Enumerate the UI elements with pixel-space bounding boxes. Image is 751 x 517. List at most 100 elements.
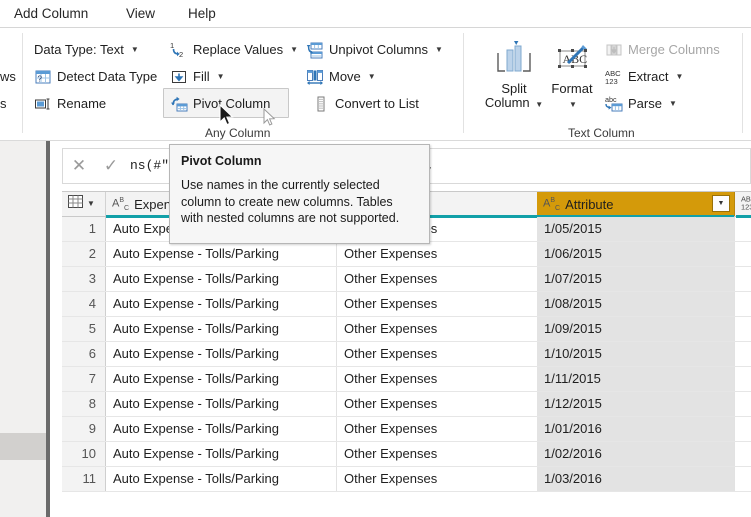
table-cell-null[interactable] [735, 442, 751, 466]
table-cell-attribute[interactable]: 1/02/2016 [537, 442, 735, 466]
svg-text:abc: abc [605, 95, 617, 104]
table-row[interactable]: 4 Auto Expense - Tolls/Parking Other Expen… [62, 292, 751, 317]
table-cell-attribute[interactable]: 1/07/2015 [537, 267, 735, 291]
table-cell-expense[interactable]: Auto Expense - Tolls/Parking [106, 417, 337, 441]
abc123-icon: ABC 123 [605, 68, 623, 86]
table-row[interactable]: 3 Auto Expense - Tolls/Parking Other Expen… [62, 267, 751, 292]
replace-values-label: Replace Values [193, 42, 284, 57]
table-cell-null[interactable] [735, 317, 751, 341]
table-cell-expense[interactable]: Auto Expense - Tolls/Parking [106, 267, 337, 291]
ribbon-group-divider [22, 33, 23, 133]
format-button[interactable]: ABC Format ▼ [548, 36, 596, 110]
split-column-button[interactable]: Split Column ▼ [484, 36, 544, 110]
table-cell-attribute[interactable]: 1/10/2015 [537, 342, 735, 366]
grid-rows: 1Auto Expense - Tolls/ParkingOther Expen… [62, 217, 751, 492]
row-number-cell[interactable]: 10 [62, 442, 106, 466]
row-number-cell[interactable]: 3 [62, 267, 106, 291]
merge-columns-button[interactable]: Merge Columns [601, 38, 724, 61]
parse-icon: abc [605, 95, 623, 113]
chevron-down-icon: ▼ [569, 100, 577, 109]
cancel-x-icon[interactable]: ✕ [63, 149, 95, 183]
tooltip-title: Pivot Column [181, 154, 262, 168]
row-number-cell[interactable]: 5 [62, 317, 106, 341]
table-row[interactable]: 6 Auto Expense - Tolls/Parking Other Expen… [62, 342, 751, 367]
table-cell-expense[interactable]: Auto Expense - Tolls/Parking [106, 342, 337, 366]
pivot-column-icon [170, 95, 188, 113]
svg-text:2: 2 [179, 50, 183, 59]
move-button[interactable]: Move ▼ [302, 65, 380, 88]
fill-down-icon [170, 68, 188, 86]
fill-button[interactable]: Fill ▼ [166, 65, 229, 88]
table-cell-null[interactable] [735, 467, 751, 491]
table-row[interactable]: 9 Auto Expense - Tolls/Parking Other Expen… [62, 417, 751, 442]
detect-data-type-button[interactable]: ? Detect Data Type [30, 65, 161, 88]
table-cell-attribute[interactable]: 1/09/2015 [537, 317, 735, 341]
table-cell-attribute[interactable]: 1/01/2016 [537, 417, 735, 441]
table-row[interactable]: 8 Auto Expense - Tolls/Parking Other Expen… [62, 392, 751, 417]
table-cell-attribute[interactable]: 1/08/2015 [537, 292, 735, 316]
grid-corner-button[interactable]: ▼ [62, 192, 106, 216]
table-cell-attribute[interactable]: 1/11/2015 [537, 367, 735, 391]
queries-pane-selected-item[interactable] [0, 433, 47, 460]
parse-button[interactable]: abc Parse ▼ [601, 92, 681, 115]
data-type-button[interactable]: Data Type: Text ▼ [30, 38, 143, 61]
tab-add-column[interactable]: Add Column [6, 3, 96, 25]
table-row[interactable]: 11 Auto Expense - Tolls/Parking Other Expe… [62, 467, 751, 492]
table-cell-attribute[interactable]: 1/12/2015 [537, 392, 735, 416]
table-cell-null[interactable] [735, 342, 751, 366]
tab-help[interactable]: Help [180, 3, 224, 25]
table-cell-expense[interactable]: Auto Expense - Tolls/Parking [106, 292, 337, 316]
table-cell-expense[interactable]: Auto Expense - Tolls/Parking [106, 317, 337, 341]
row-number-cell[interactable]: 4 [62, 292, 106, 316]
row-number-cell[interactable]: 1 [62, 217, 106, 241]
row-number-cell[interactable]: 11 [62, 467, 106, 491]
table-cell-null[interactable] [735, 267, 751, 291]
column-header-attribute[interactable]: ABC Attribute ▼ [537, 192, 735, 216]
table-cell-attribute[interactable]: 1/06/2015 [537, 242, 735, 266]
accept-check-icon[interactable]: ✓ [95, 149, 127, 183]
table-row[interactable]: 10 Auto Expense - Tolls/Parking Other Expe… [62, 442, 751, 467]
chevron-down-icon: ▼ [130, 44, 139, 54]
extract-button[interactable]: ABC 123 Extract ▼ [601, 65, 687, 88]
extract-label: Extract [628, 69, 669, 84]
table-row[interactable]: 5 Auto Expense - Tolls/Parking Other Expen… [62, 317, 751, 342]
table-row[interactable]: 2 Auto Expense - Tolls/Parking Other Expen… [62, 242, 751, 267]
chevron-down-icon: ▼ [435, 44, 443, 54]
table-cell-null[interactable] [735, 292, 751, 316]
abc-text-type-icon: ABC [543, 196, 561, 212]
tab-view[interactable]: View [118, 3, 163, 25]
row-number-cell[interactable]: 6 [62, 342, 106, 366]
table-cell-null[interactable] [735, 242, 751, 266]
unpivot-columns-button[interactable]: Unpivot Columns ▼ [302, 38, 447, 61]
table-cell-null[interactable] [735, 217, 751, 241]
table-cell-expense[interactable]: Auto Expense - Tolls/Parking [106, 467, 337, 491]
table-cell-expense[interactable]: Auto Expense - Tolls/Parking [106, 367, 337, 391]
table-cell-attribute[interactable]: 1/03/2016 [537, 467, 735, 491]
svg-text:123: 123 [741, 203, 751, 212]
table-cell-null[interactable] [735, 392, 751, 416]
table-row[interactable]: 7 Auto Expense - Tolls/Parking Other Expen… [62, 367, 751, 392]
row-number-cell[interactable]: 7 [62, 367, 106, 391]
replace-values-button[interactable]: 1 2 Replace Values ▼ [166, 38, 302, 61]
table-cell-null[interactable] [735, 417, 751, 441]
queries-pane[interactable] [0, 141, 50, 517]
pivot-column-tooltip: Pivot Column Use names in the currently … [169, 144, 430, 244]
format-abc-icon: ABC [548, 36, 596, 82]
row-number-cell[interactable]: 9 [62, 417, 106, 441]
table-cell-expense[interactable]: Auto Expense - Tolls/Parking [106, 392, 337, 416]
row-number-cell[interactable]: 2 [62, 242, 106, 266]
rename-button[interactable]: Rename [30, 92, 110, 115]
convert-to-list-button[interactable]: Convert to List [308, 92, 423, 115]
table-cell-expense[interactable]: Auto Expense - Tolls/Parking [106, 442, 337, 466]
split-column-label-1: Split [501, 81, 527, 96]
abc-text-type-icon: ABC [112, 196, 130, 212]
row-number-cell[interactable]: 8 [62, 392, 106, 416]
filter-button-attribute[interactable]: ▼ [712, 195, 730, 212]
table-cell-null[interactable] [735, 367, 751, 391]
ribbon: ws s Data Type: Text ▼ ? Detect Data Typ… [0, 27, 751, 142]
abc123-any-type-icon: ABC 123 [741, 194, 751, 214]
column-header-next[interactable]: ABC 123 [735, 192, 751, 216]
table-cell-expense[interactable]: Auto Expense - Tolls/Parking [106, 242, 337, 266]
svg-text:123: 123 [605, 77, 618, 86]
table-cell-attribute[interactable]: 1/05/2015 [537, 217, 735, 241]
